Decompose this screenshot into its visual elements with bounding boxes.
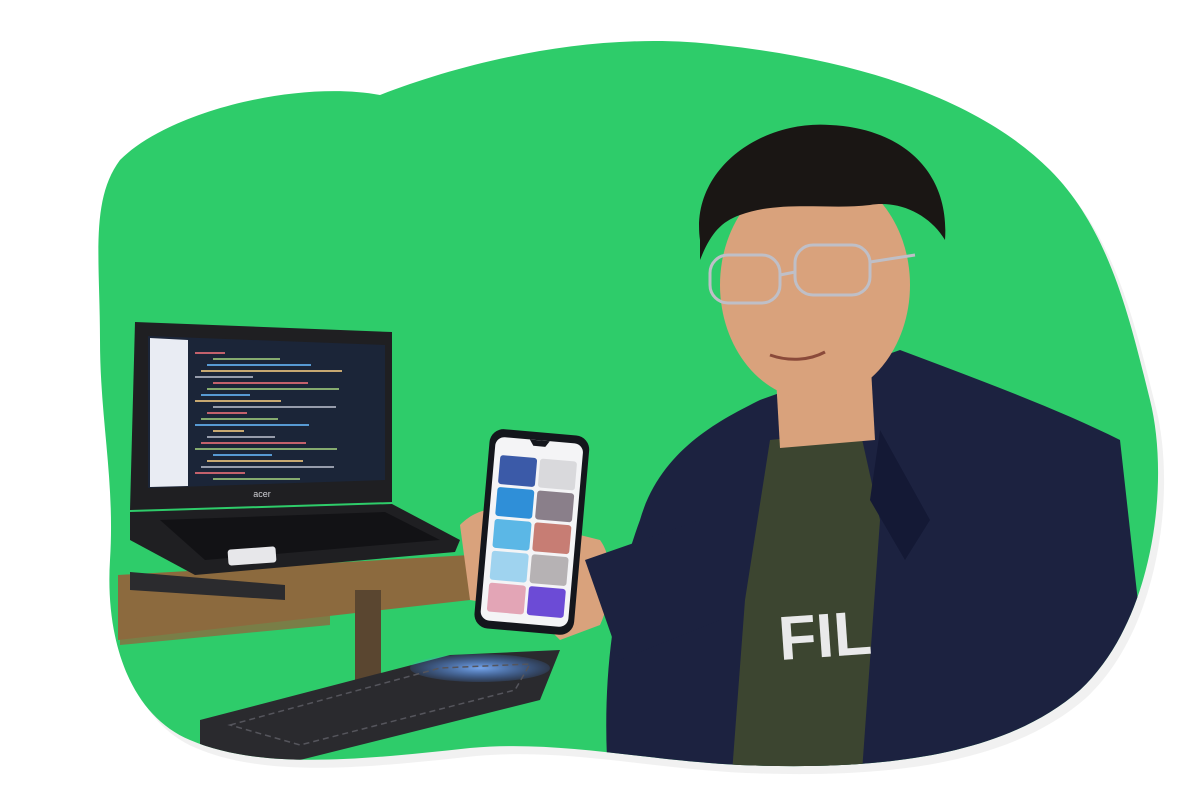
code-line (207, 460, 303, 462)
code-line (207, 436, 275, 438)
gallery-thumbnail[interactable] (537, 458, 577, 491)
code-line (207, 412, 247, 414)
code-line (213, 478, 300, 480)
code-line (195, 376, 253, 378)
gallery-thumbnail[interactable] (492, 518, 532, 551)
code-line (213, 382, 308, 384)
laptop-brand-label: acer (253, 489, 271, 499)
gallery-thumbnail[interactable] (498, 455, 538, 487)
code-line (201, 466, 334, 468)
gallery-thumbnail[interactable] (486, 582, 526, 615)
gallery-thumbnail[interactable] (535, 490, 575, 523)
keyboard-backlight (410, 654, 550, 682)
gallery-thumbnail[interactable] (495, 487, 535, 519)
code-line (213, 454, 272, 456)
gallery-thumbnail[interactable] (526, 586, 566, 618)
code-line (195, 352, 225, 354)
gallery-thumbnail[interactable] (489, 550, 529, 583)
gallery-thumbnail[interactable] (532, 522, 572, 555)
code-line (201, 442, 306, 444)
code-line (207, 364, 311, 366)
gallery-thumbnail[interactable] (529, 554, 569, 586)
code-line (201, 370, 342, 372)
code-line (213, 406, 336, 408)
code-line (195, 424, 309, 426)
photo-scene: acer FIL (98, 41, 1165, 775)
code-line (213, 358, 280, 360)
code-line (201, 394, 250, 396)
code-line (201, 418, 278, 420)
tshirt-logo: FIL (776, 599, 874, 674)
code-line (207, 388, 339, 390)
laptop-file-panel (150, 338, 188, 487)
code-line (213, 430, 244, 432)
code-line (195, 400, 281, 402)
phone (474, 429, 590, 635)
code-line (195, 472, 245, 474)
code-line (195, 448, 337, 450)
laptop-sticker (227, 546, 277, 566)
